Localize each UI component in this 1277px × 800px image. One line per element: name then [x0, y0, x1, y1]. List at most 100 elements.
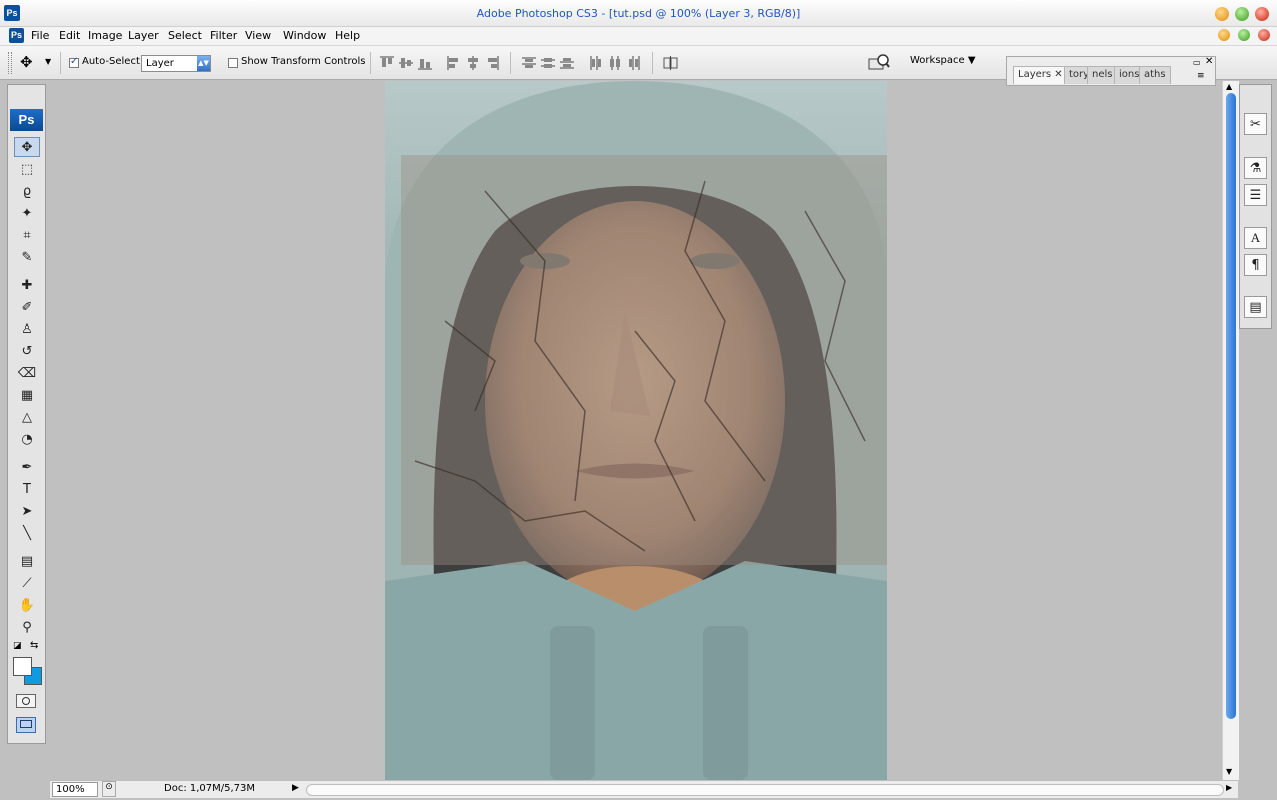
menu-file[interactable]: File	[31, 29, 49, 42]
tab-layers[interactable]: Layers ✕	[1013, 66, 1068, 84]
type-tool[interactable]: T	[14, 479, 40, 499]
scroll-up-icon[interactable]: ▲	[1226, 82, 1232, 91]
menu-select[interactable]: Select	[168, 29, 202, 42]
tab-channels[interactable]: nels	[1087, 66, 1118, 84]
marquee-tool[interactable]: ⬚	[14, 159, 40, 179]
menu-layer[interactable]: Layer	[128, 29, 159, 42]
panel-icon-strip: ✂ ⚗ ☰ A ¶ ▤	[1239, 84, 1272, 329]
tool-presets-icon[interactable]: ☰	[1244, 184, 1267, 206]
options-bar-grip[interactable]	[8, 52, 12, 74]
gradient-tool[interactable]: ▦	[14, 385, 40, 405]
menu-window[interactable]: Window	[283, 29, 326, 42]
hand-tool[interactable]: ✋	[14, 595, 40, 615]
zoom-field[interactable]: 100%	[52, 782, 98, 797]
slice-tool[interactable]: ✎	[14, 247, 40, 267]
menu-bar: Ps File Edit Image Layer Select Filter V…	[0, 27, 1277, 46]
toolbox: Ps ✥ ⬚ ϱ ✦ ⌗ ✎ ✚ ✐ ♙ ↺ ⌫ ▦ △ ◔ ✒ T ➤ ╲ ▤ ⟋ ✋ ⚲ ◪ ⇆	[7, 84, 46, 744]
workspace-menu[interactable]: Workspace ▼	[910, 55, 976, 66]
healing-brush-tool[interactable]: ✚	[14, 275, 40, 295]
history-brush-tool[interactable]: ↺	[14, 341, 40, 361]
distribute-right-icon[interactable]	[627, 56, 641, 73]
menu-help[interactable]: Help	[335, 29, 360, 42]
eyedropper-tool[interactable]: ⟋	[14, 573, 40, 593]
distribute-top-icon[interactable]	[522, 56, 536, 73]
show-transform-label: Show Transform Controls	[241, 56, 366, 67]
doc-close-button[interactable]	[1258, 29, 1270, 41]
auto-align-layers-icon[interactable]	[663, 56, 679, 73]
status-menu-arrow-icon[interactable]: ▶	[292, 783, 299, 793]
tools-icon[interactable]: ✂	[1244, 113, 1267, 135]
eraser-tool[interactable]: ⌫	[14, 363, 40, 383]
tab-paths[interactable]: aths	[1139, 66, 1171, 84]
quick-mask-button[interactable]	[16, 694, 36, 708]
menu-view[interactable]: View	[245, 29, 271, 42]
doc-minimize-button[interactable]	[1218, 29, 1230, 41]
align-top-icon[interactable]	[380, 56, 394, 73]
clone-stamp-tool[interactable]: ♙	[14, 319, 40, 339]
photoshop-logo[interactable]: Ps	[10, 109, 43, 131]
menu-image[interactable]: Image	[88, 29, 122, 42]
scroll-down-icon[interactable]: ▼	[1226, 767, 1232, 776]
panel-dock: ▭ ✕ Layers ✕ tory nels ions aths ≡	[1006, 56, 1216, 86]
move-tool-preset-icon[interactable]: ✥	[20, 53, 33, 71]
status-preview-icon[interactable]: ⊙	[102, 781, 116, 797]
horizontal-scrollbar[interactable]	[306, 784, 1224, 796]
character-icon[interactable]: A	[1244, 227, 1267, 249]
path-selection-tool[interactable]: ➤	[14, 501, 40, 521]
align-right-icon[interactable]	[485, 56, 499, 73]
line-tool[interactable]: ╲	[14, 523, 40, 543]
blur-tool[interactable]: △	[14, 407, 40, 427]
document-canvas[interactable]	[385, 81, 887, 780]
document-icon[interactable]: Ps	[9, 28, 24, 43]
vertical-scroll-thumb[interactable]	[1226, 93, 1236, 719]
screen-mode-button[interactable]	[16, 717, 36, 733]
menu-edit[interactable]: Edit	[59, 29, 80, 42]
collapse-icon[interactable]: ▭	[1193, 58, 1201, 67]
close-icon[interactable]: ✕	[1054, 69, 1062, 80]
pen-tool[interactable]: ✒	[14, 457, 40, 477]
crop-tool[interactable]: ⌗	[14, 225, 40, 245]
close-button[interactable]	[1255, 7, 1269, 21]
default-colors-icon[interactable]: ◪	[13, 641, 22, 651]
layer-comps-icon[interactable]: ▤	[1244, 296, 1267, 318]
bridge-icon[interactable]	[868, 54, 890, 73]
menu-filter[interactable]: Filter	[210, 29, 237, 42]
auto-select-label: Auto-Select:	[82, 56, 144, 67]
align-hcenter-icon[interactable]	[466, 56, 480, 73]
tab-layers-label: Layers	[1018, 69, 1052, 80]
distribute-bottom-icon[interactable]	[560, 56, 574, 73]
zoom-tool[interactable]: ⚲	[14, 617, 40, 637]
paragraph-icon[interactable]: ¶	[1244, 254, 1267, 276]
lasso-tool[interactable]: ϱ	[14, 181, 40, 201]
dodge-tool[interactable]: ◔	[14, 429, 40, 449]
doc-maximize-button[interactable]	[1238, 29, 1250, 41]
brush-tool[interactable]: ✐	[14, 297, 40, 317]
auto-select-dropdown[interactable]: Layer ▲▼	[141, 55, 211, 72]
maximize-button[interactable]	[1235, 7, 1249, 21]
foreground-color-swatch[interactable]	[13, 657, 32, 676]
panel-menu-icon[interactable]: ≡	[1197, 71, 1205, 81]
align-vcenter-icon[interactable]	[399, 56, 413, 73]
magic-wand-tool[interactable]: ✦	[14, 203, 40, 223]
vertical-scrollbar[interactable]: ▲ ▼	[1222, 81, 1239, 780]
dock-close-icon[interactable]: ✕	[1205, 56, 1213, 67]
distribute-left-icon[interactable]	[589, 56, 603, 73]
status-bar: 100% ⊙ Doc: 1,07M/5,73M ▶ ▶	[50, 780, 1238, 798]
distribute-hcenter-icon[interactable]	[608, 56, 622, 73]
auto-select-checkbox[interactable]	[69, 56, 79, 68]
align-left-icon[interactable]	[447, 56, 461, 73]
align-bottom-icon[interactable]	[418, 56, 432, 73]
move-tool[interactable]: ✥	[14, 137, 40, 157]
minimize-button[interactable]	[1215, 7, 1229, 21]
clone-source-icon[interactable]: ⚗	[1244, 157, 1267, 179]
show-transform-checkbox[interactable]	[228, 58, 238, 68]
updown-arrow-icon: ▲▼	[197, 56, 210, 71]
swap-colors-icon[interactable]: ⇆	[30, 640, 38, 651]
canvas-image	[385, 81, 887, 780]
notes-tool[interactable]: ▤	[14, 551, 40, 571]
scroll-right-icon[interactable]: ▶	[1226, 783, 1232, 792]
chevron-down-icon[interactable]: ▼	[45, 57, 51, 66]
auto-select-value: Layer	[146, 58, 174, 69]
distribute-vcenter-icon[interactable]	[541, 56, 555, 73]
title-bar: Ps Adobe Photoshop CS3 - [tut.psd @ 100%…	[0, 0, 1277, 27]
